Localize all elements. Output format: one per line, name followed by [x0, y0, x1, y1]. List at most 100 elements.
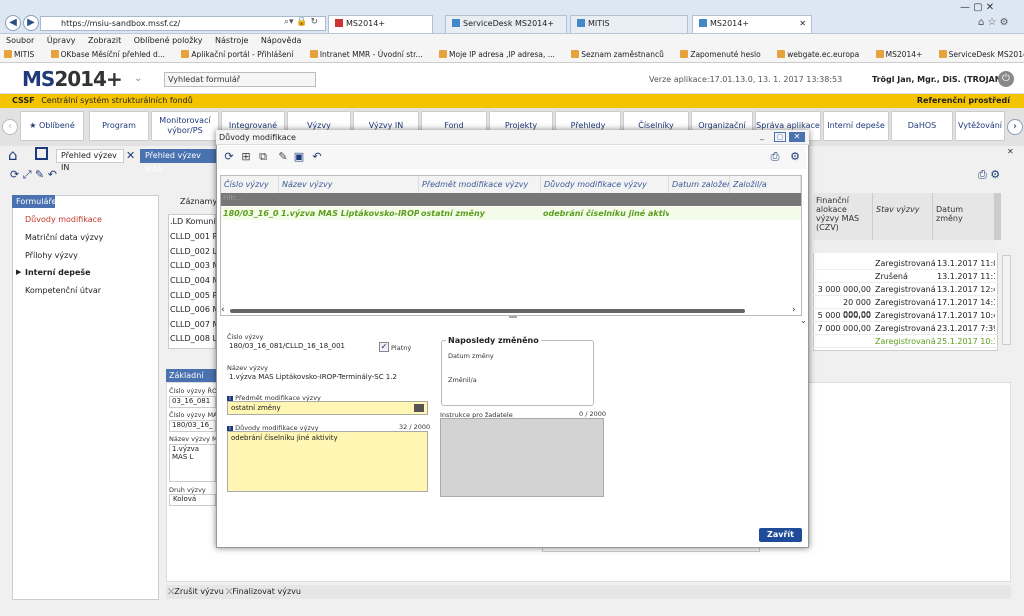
table-row[interactable]: Zaregistrovaná25.1.2017 10:34 [813, 336, 998, 348]
bookmark[interactable]: MS2014+ [875, 50, 930, 59]
horizontal-scrollbar[interactable] [230, 309, 745, 313]
close-page-icon[interactable]: ✕ [1007, 147, 1014, 156]
module-vytezovani[interactable]: Vytěžování [955, 111, 1005, 141]
grid-filter-row[interactable] [813, 240, 998, 253]
user-name[interactable]: Trögl Jan, Mgr., DiS. (TROJAN) [872, 75, 1005, 84]
scroll-left-icon[interactable]: ‹ [221, 305, 225, 315]
nav-left-icon[interactable]: ‹ [2, 119, 18, 135]
field-nazev-mas[interactable]: 1.výzva MAS L [169, 444, 216, 482]
grid-header-stav[interactable]: Stav výzvy [873, 193, 933, 240]
column-predmet[interactable]: Předmět modifikace výzvy [419, 176, 541, 193]
folder-icon[interactable] [35, 147, 48, 160]
list-item[interactable]: CLLD_008 L [170, 334, 217, 343]
grid-filter-row[interactable]: Filtr... [221, 193, 801, 206]
table-row[interactable]: 20 000 000,00 Zaregistrovaná 17.1.2017 14:… [813, 297, 998, 319]
browser-tab-mitis[interactable]: MITIS [570, 15, 688, 33]
home-icon[interactable]: ⌂ [8, 146, 18, 164]
cell-duvody[interactable]: odebrání číselníku jiné aktivity [541, 207, 669, 220]
column-nazev-vyzvy[interactable]: Název výzvy [279, 176, 419, 193]
table-row[interactable]: 3 000 000,00 Zaregistrovaná13.1.2017 12:4… [813, 284, 998, 296]
module-interni-depese[interactable]: Interní depeše [823, 111, 889, 141]
list-item[interactable]: CLLD_003 M [170, 261, 219, 270]
cell-datum[interactable] [669, 207, 730, 220]
menu-nastroje[interactable]: Nástroje [215, 36, 248, 45]
list-item[interactable]: CLLD_007 M [170, 320, 219, 329]
dialog-minimize-icon[interactable]: _ [760, 131, 764, 140]
cell-nazev[interactable]: 1.výzva MAS Liptákovsko-IROP-Termi [279, 207, 419, 220]
table-row[interactable]: Zrušená 13.1.2017 11:16 [813, 271, 998, 283]
menu-napoveda[interactable]: Nápověda [261, 36, 302, 45]
platny-checkbox[interactable]: ✓ [379, 342, 389, 352]
module-program[interactable]: Program [89, 111, 149, 141]
module-dahos[interactable]: DaHOS [891, 111, 953, 141]
grid-header-alokace[interactable]: Finanční alokace výzvy MAS (CZV) [813, 193, 873, 240]
browser-tab-ms2014-active[interactable]: MS2014+ ✕ [692, 15, 812, 33]
form-item-matricni[interactable]: Matriční data výzvy [25, 233, 103, 242]
form-item-prilohy[interactable]: Přílohy výzvy [25, 251, 78, 260]
bookmark[interactable]: Aplikační portál - Přihlášení [181, 50, 300, 59]
menu-upravy[interactable]: Úpravy [47, 36, 76, 45]
bookmark[interactable]: Moje IP adresa ,IP adresa, ... [439, 50, 562, 59]
search-icon[interactable]: ⌕▾ 🔒 ↻ [284, 17, 318, 27]
expand-arrow-icon[interactable]: ▶ [16, 268, 21, 276]
refresh-icon[interactable]: ⟳ ⤢ ✎ ↶ [10, 168, 57, 182]
search-form-input[interactable]: Vyhledat formulář [164, 72, 316, 87]
table-row[interactable]: Zaregistrovaná13.1.2017 11:02 [813, 258, 998, 270]
bookmark[interactable]: MITIS [4, 50, 41, 59]
close-button[interactable]: Zavřít [759, 528, 802, 542]
dropdown-icon[interactable] [414, 404, 424, 412]
menu-oblibene[interactable]: Oblíbené položky [134, 36, 203, 45]
form-item-duvody[interactable]: Důvody modifikace [25, 215, 102, 224]
form-item-interni-depese[interactable]: Interní depeše [25, 268, 91, 277]
field-cislo-mas[interactable]: 180/03_16_ [169, 420, 216, 432]
column-datum-zalozeni[interactable]: Datum založení [669, 176, 730, 193]
gear-icon[interactable]: ⚙ [788, 150, 802, 164]
field-cislo-ro[interactable]: 03_16_081 [169, 396, 216, 408]
undo-icon[interactable]: ↶ [310, 150, 324, 164]
column-cislo-vyzvy[interactable]: Číslo výzvy [221, 176, 279, 193]
forward-icon[interactable]: ▶ [23, 15, 39, 31]
bookmark[interactable]: ServiceDesk MS2014+ [938, 50, 1024, 59]
tab-prehled-vyzev-in[interactable]: Přehled výzev IN [56, 149, 124, 172]
cell-zalozil[interactable] [730, 207, 801, 220]
browser-tab-servicedesk[interactable]: ServiceDesk MS2014+ [445, 15, 567, 33]
list-item[interactable]: CLLD_001 P [170, 232, 217, 241]
save-icon[interactable]: ▣ [292, 150, 306, 164]
nav-right-icon[interactable]: › [1007, 119, 1023, 135]
tab-prehled-vyzev-mas[interactable]: Přehled výzev MAS [140, 149, 216, 174]
module-oblibene[interactable]: ★ Oblíbené [20, 111, 84, 141]
bookmark[interactable]: Seznam zaměstnanců [571, 50, 671, 59]
close-tab-icon[interactable]: ✕ [126, 149, 135, 162]
window-controls[interactable]: — ▢ ✕ [960, 2, 994, 13]
print-icon[interactable]: ⎙ [768, 150, 782, 164]
list-item[interactable]: CLLD_005 P [170, 291, 217, 300]
splitter-handle[interactable] [509, 316, 517, 318]
collapse-icon[interactable]: ⌄ [800, 316, 807, 325]
print-settings-icons[interactable]: ⎙ ⚙ [978, 168, 1000, 182]
bookmark[interactable]: Intranet MMR - Úvodní str... [309, 50, 430, 59]
column-duvody[interactable]: Důvody modifikace výzvy [541, 176, 669, 193]
duvody-textarea[interactable]: odebrání číselníku jiné aktivity [227, 431, 428, 492]
module-monitorovaci[interactable]: Monitorovací výbor/PS [151, 111, 219, 141]
column-zalozil[interactable]: Založil/a [730, 176, 801, 193]
add-record-icon[interactable]: ⊞ [239, 150, 253, 164]
finalize-call-button[interactable]: ⤫Finalizovat výzvu [226, 587, 301, 597]
browser-tab-ms2014[interactable]: MS2014+ [328, 15, 433, 33]
grid-header-datum[interactable]: Datum změny [933, 193, 995, 240]
list-item[interactable]: CLLD_004 M [170, 276, 219, 285]
menu-soubor[interactable]: Soubor [6, 36, 34, 45]
bookmark[interactable]: Zapomenuté heslo [680, 50, 767, 59]
refresh-icon[interactable]: ⟳ [222, 150, 236, 164]
table-row[interactable]: 5 000 000,00 Zaregistrovaná17.1.2017 10:4… [813, 310, 998, 322]
back-icon[interactable]: ◀ [5, 15, 21, 31]
form-item-kompetencni[interactable]: Kompetenční útvar [25, 286, 101, 295]
table-row[interactable]: 7 000 000,00 Zaregistrovaná 23.1.2017 7:39… [813, 323, 998, 335]
scroll-right-icon[interactable]: › [792, 305, 796, 315]
chevron-down-icon[interactable]: ⌄ [134, 73, 142, 84]
list-item[interactable]: CLLD_002 L [170, 247, 217, 256]
power-icon[interactable]: ⏻ [998, 71, 1014, 87]
cell-predmet[interactable]: ostatní změny [419, 207, 541, 220]
home-star-gear-icons[interactable]: ⌂ ☆ ⚙ [978, 17, 1009, 28]
bookmark[interactable]: webgate.ec.europa [777, 50, 866, 59]
bookmark[interactable]: OKbase Měsíční přehled d... [50, 50, 172, 59]
